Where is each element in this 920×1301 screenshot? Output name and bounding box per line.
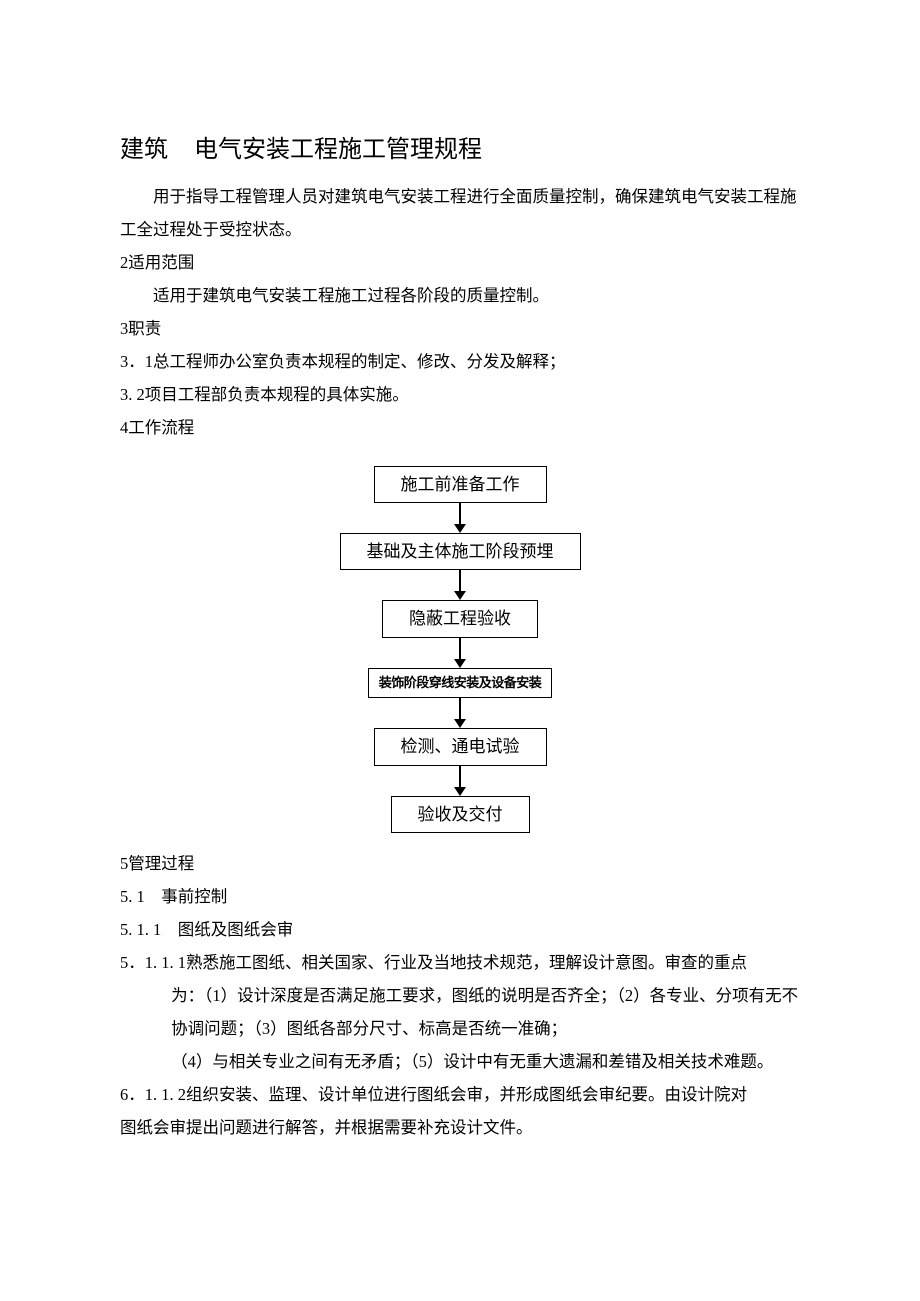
title-part-1: 建筑 (120, 137, 168, 163)
flow-arrow-icon (454, 698, 466, 728)
flow-node-4: 装饰阶段穿线安装及设备安装 (368, 668, 553, 699)
section-6-line1: 6．1. 1. 2组织安装、监理、设计单位进行图纸会审，并形成图纸会审纪要。由设… (120, 1078, 800, 1111)
flow-node-5: 检测、通电试验 (374, 728, 547, 765)
section-5-1-1-1-line3: （4）与相关专业之间有无矛盾；（5）设计中有无重大遗漏和差错及相关技术难题。 (120, 1045, 800, 1078)
section-3-heading: 3职责 (120, 312, 800, 345)
flow-arrow-icon (454, 766, 466, 796)
section-4-heading: 4工作流程 (120, 411, 800, 444)
section-5-1-1-1-line2: 为：（1）设计深度是否满足施工要求，图纸的说明是否齐全；（2）各专业、分项有无不… (120, 979, 800, 1045)
flow-arrow-icon (454, 570, 466, 600)
section-5-1-1-1-line1: 5．1. 1. 1熟悉施工图纸、相关国家、行业及当地技术规范，理解设计意图。审查… (120, 946, 800, 979)
document-page: 建筑电气安装工程施工管理规程 用于指导工程管理人员对建筑电气安装工程进行全面质量… (0, 0, 920, 1301)
section-3-item-2: 3. 2项目工程部负责本规程的具体实施。 (120, 378, 800, 411)
section-6-line2: 图纸会审提出问题进行解答，并根据需要补充设计文件。 (120, 1111, 800, 1144)
section-2-heading: 2适用范围 (120, 246, 800, 279)
section-2-body: 适用于建筑电气安装工程施工过程各阶段的质量控制。 (120, 279, 800, 312)
page-title: 建筑电气安装工程施工管理规程 (120, 126, 800, 174)
flow-arrow-icon (454, 503, 466, 533)
flow-node-6: 验收及交付 (391, 796, 530, 833)
title-part-2: 电气安装工程施工管理规程 (194, 137, 482, 163)
flow-node-3: 隐蔽工程验收 (382, 600, 538, 637)
flow-node-1: 施工前准备工作 (374, 466, 547, 503)
intro-paragraph: 用于指导工程管理人员对建筑电气安装工程进行全面质量控制，确保建筑电气安装工程施工… (120, 180, 800, 246)
section-5-heading: 5管理过程 (120, 847, 800, 880)
section-5-1-1: 5. 1. 1 图纸及图纸会审 (120, 913, 800, 946)
flow-arrow-icon (454, 638, 466, 668)
section-3-item-1: 3．1总工程师办公室负责本规程的制定、修改、分发及解释； (120, 345, 800, 378)
workflow-flowchart: 施工前准备工作 基础及主体施工阶段预埋 隐蔽工程验收 装饰阶段穿线安装及设备安装… (120, 466, 800, 833)
flow-node-2: 基础及主体施工阶段预埋 (340, 533, 581, 570)
section-5-1: 5. 1 事前控制 (120, 880, 800, 913)
